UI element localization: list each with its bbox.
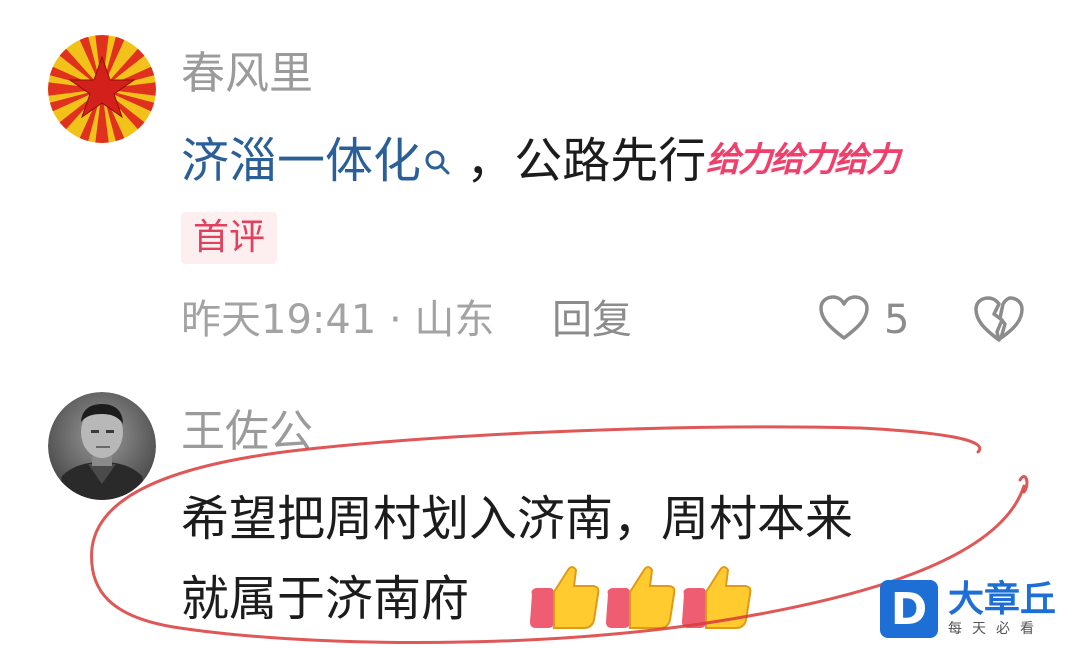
comment-username[interactable]: 王佐公 (181, 410, 313, 454)
thumbs-up-emojis (528, 560, 758, 636)
watermark-logo: D 大章丘 每天必看 (880, 580, 1056, 638)
comment-text-line-2-label: 就属于济南府 (181, 571, 470, 627)
like-button[interactable]: 5 (818, 294, 909, 346)
comment-text: 济淄一体化 ，公路先行给力给力给力 (181, 137, 900, 185)
thumbs-up-icon (530, 566, 600, 629)
dislike-button[interactable] (972, 294, 1026, 348)
topic-link[interactable]: 济淄一体化 (181, 133, 466, 189)
heart-icon (818, 294, 870, 346)
topic-label: 济淄一体化 (181, 133, 422, 189)
like-count: 5 (884, 297, 910, 343)
emoji-geili: 给力给力给力 (706, 140, 900, 180)
comment-body: ，公路先行 (466, 133, 707, 189)
thumbs-up-icon (606, 566, 676, 629)
watermark-title: 大章丘 (948, 579, 1057, 620)
avatar-wangzuogong[interactable] (48, 392, 156, 500)
watermark-d-icon: D (880, 580, 938, 638)
search-icon (423, 137, 451, 185)
comment-text-line-2: 就属于济南府 (181, 575, 469, 623)
thumbs-up-icon (682, 566, 752, 629)
comment-meta: 昨天19:41 · 山东 (181, 297, 495, 343)
comment-username[interactable]: 春风里 (181, 52, 313, 96)
annotation-circle (90, 425, 1029, 644)
reply-button[interactable]: 回复 (552, 300, 632, 340)
comment-text-line-1: 希望把周村划入济南，周村本来 (181, 491, 854, 547)
watermark-subtitle: 每天必看 (948, 621, 1044, 637)
first-comment-badge: 首评 (181, 212, 278, 264)
broken-heart-icon (972, 296, 1026, 348)
avatar-chunfengli[interactable] (48, 35, 156, 143)
